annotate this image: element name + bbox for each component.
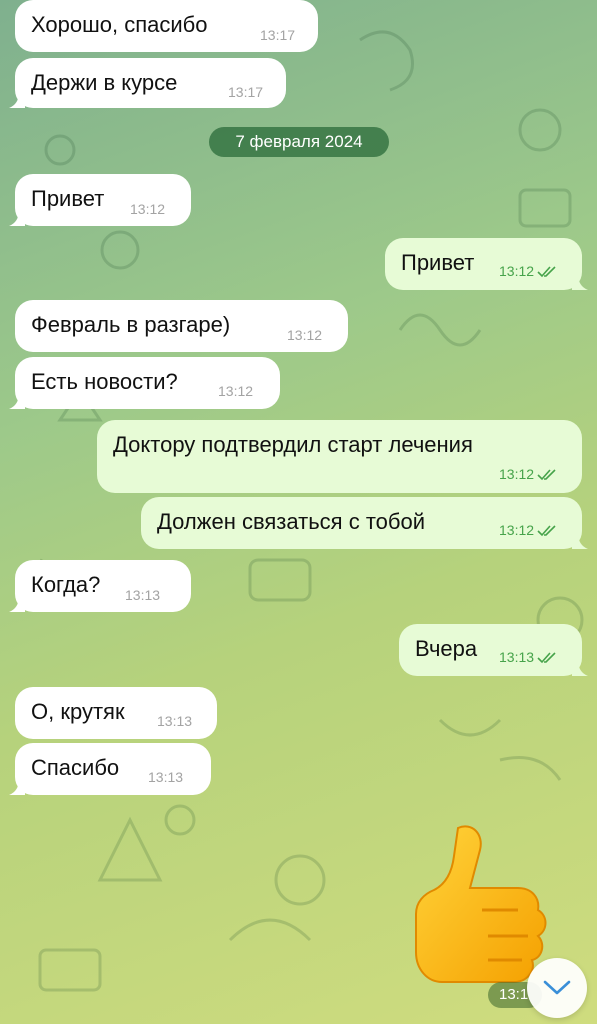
bubble-tail xyxy=(9,210,25,226)
message-time: 13:12 xyxy=(499,522,557,538)
message-time: 13:17 xyxy=(260,27,296,43)
message-time: 13:12 xyxy=(499,263,557,279)
message-bubble-outgoing[interactable]: Привет 13:12 xyxy=(385,238,588,290)
message-text: Хорошо, спасибо xyxy=(31,12,208,37)
bubble-tail xyxy=(572,533,588,549)
message-text: Держи в курсе xyxy=(31,70,178,95)
message-time: 13:12 xyxy=(130,201,166,217)
message-text: Спасибо xyxy=(31,755,120,780)
message-bubble-incoming[interactable]: О, крутяк 13:13 xyxy=(15,687,217,739)
message-text: Когда? xyxy=(31,572,101,597)
message-time-label: 13:12 xyxy=(499,263,535,279)
double-check-icon xyxy=(537,469,556,481)
message-time: 13:13 xyxy=(499,649,557,665)
message-text: О, крутяк xyxy=(31,699,125,724)
message-text: Привет xyxy=(31,186,105,211)
message-bubble-incoming[interactable]: Февраль в разгаре) 13:12 xyxy=(15,300,348,352)
message-bubble-incoming[interactable]: Привет 13:12 xyxy=(9,174,191,226)
message-bubble-outgoing[interactable]: Вчера 13:13 xyxy=(399,624,588,676)
message-text: Должен связаться с тобой xyxy=(157,509,426,534)
bubble-tail xyxy=(572,274,588,290)
message-time: 13:12 xyxy=(218,383,254,399)
message-time-label: 13:12 xyxy=(499,466,535,482)
bubble-tail xyxy=(572,660,588,676)
message-time-label: 13:12 xyxy=(499,522,535,538)
message-time: 13:12 xyxy=(287,327,323,343)
message-text: Привет xyxy=(401,250,475,275)
message-bubble-incoming[interactable]: Держи в курсе 13:17 xyxy=(9,58,286,108)
bubble-tail xyxy=(9,779,25,795)
message-text: Есть новости? xyxy=(31,369,178,394)
date-separator: 7 февраля 2024 xyxy=(209,127,389,157)
message-bubble-outgoing[interactable]: Доктору подтвердил старт лечения 13:12 xyxy=(97,420,582,493)
message-time: 13:17 xyxy=(228,84,264,100)
double-check-icon xyxy=(537,652,556,664)
message-text: Вчера xyxy=(415,636,478,661)
message-bubble-incoming[interactable]: Спасибо 13:13 xyxy=(9,743,211,795)
message-time: 13:13 xyxy=(157,713,193,729)
message-text: Доктору подтвердил старт лечения xyxy=(113,432,473,457)
message-time: 13:12 xyxy=(499,466,557,482)
message-time: 13:13 xyxy=(125,587,161,603)
bubble-tail xyxy=(9,596,25,612)
bubble-tail xyxy=(9,92,25,108)
message-text: Февраль в разгаре) xyxy=(31,312,231,337)
message-bubble-incoming[interactable]: Есть новости? 13:12 xyxy=(9,357,280,409)
message-time-label: 13:13 xyxy=(499,649,535,665)
double-check-icon xyxy=(537,266,556,278)
chevron-down-icon xyxy=(543,980,571,995)
message-bubble-incoming[interactable]: Когда? 13:13 xyxy=(9,560,191,612)
scroll-down-button[interactable] xyxy=(527,958,587,1018)
double-check-icon xyxy=(537,525,556,537)
message-bubble-outgoing[interactable]: Должен связаться с тобой 13:12 xyxy=(141,497,588,549)
thumbs-up-sticker[interactable] xyxy=(390,820,560,990)
message-time: 13:13 xyxy=(148,769,184,785)
bubble-tail xyxy=(9,393,25,409)
message-bubble-incoming[interactable]: Хорошо, спасибо 13:17 xyxy=(15,0,318,52)
